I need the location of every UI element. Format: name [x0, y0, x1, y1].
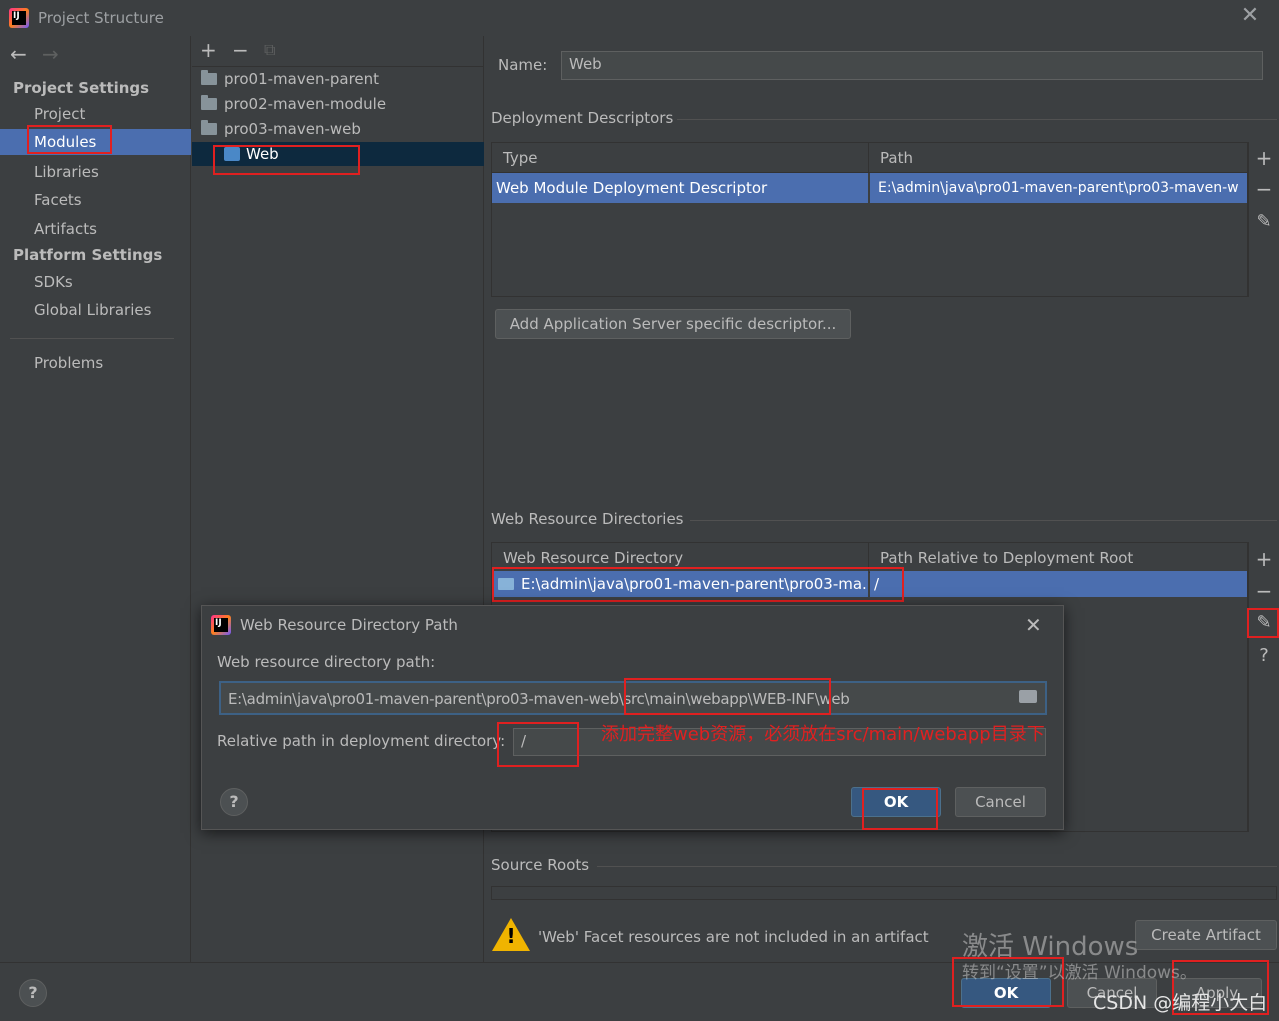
- nav-item-project[interactable]: Project: [0, 101, 191, 127]
- edit-descriptor-icon[interactable]: ✎: [1253, 212, 1275, 232]
- project-settings-heading: Project Settings: [13, 79, 150, 97]
- section-divider: [690, 520, 1277, 521]
- section-divider: [677, 119, 1277, 120]
- table-cell-type[interactable]: Web Module Deployment Descriptor: [492, 173, 869, 203]
- name-input[interactable]: Web: [561, 51, 1263, 80]
- help-resource-icon[interactable]: ?: [1253, 646, 1275, 666]
- nav-item-modules[interactable]: Modules: [0, 129, 191, 155]
- csdn-watermark: CSDN @编程小大白: [1093, 992, 1268, 1014]
- nav-item-artifacts[interactable]: Artifacts: [0, 216, 191, 242]
- intellij-logo-mark: IJ: [214, 618, 228, 632]
- back-arrow-icon[interactable]: ←: [10, 42, 27, 66]
- nav-divider: [10, 338, 174, 339]
- remove-descriptor-icon[interactable]: −: [1253, 179, 1275, 199]
- footer-help-button[interactable]: ?: [19, 979, 47, 1007]
- add-descriptor-icon[interactable]: +: [1253, 148, 1275, 168]
- add-icon[interactable]: +: [200, 40, 217, 60]
- platform-settings-heading: Platform Settings: [13, 246, 163, 264]
- window-title: Project Structure: [38, 9, 164, 27]
- intellij-logo-mark: IJ: [12, 11, 26, 25]
- column-header-type[interactable]: Type: [492, 143, 869, 173]
- nav-item-sdks[interactable]: SDKs: [0, 269, 191, 295]
- dialog-help-button[interactable]: ?: [220, 788, 248, 816]
- dialog-title: Web Resource Directory Path: [240, 616, 458, 634]
- edit-resource-icon[interactable]: ✎: [1253, 613, 1275, 633]
- copy-icon[interactable]: ⧉: [264, 40, 275, 60]
- nav-item-global-libraries[interactable]: Global Libraries: [0, 297, 191, 323]
- tree-item-label: pro03-maven-web: [224, 120, 361, 138]
- source-roots-table: [491, 886, 1277, 900]
- resource-folder-icon: [498, 578, 514, 590]
- warning-text: 'Web' Facet resources are not included i…: [538, 928, 929, 946]
- column-header-web-resource-directory[interactable]: Web Resource Directory: [492, 543, 869, 573]
- name-label: Name:: [498, 56, 548, 74]
- source-roots-title: Source Roots: [491, 856, 590, 874]
- annotation-text: 添加完整web资源，必须放在src/main/webapp目录下: [601, 724, 1045, 745]
- nav-item-facets[interactable]: Facets: [0, 187, 191, 213]
- tree-item-label: pro02-maven-module: [224, 95, 387, 113]
- dialog-close-icon[interactable]: ✕: [1025, 613, 1042, 637]
- path-label: Web resource directory path:: [217, 653, 436, 671]
- column-header-path[interactable]: Path: [869, 143, 1247, 173]
- dialog-cancel-button[interactable]: Cancel: [955, 787, 1046, 817]
- section-divider: [597, 866, 1277, 867]
- add-server-descriptor-button[interactable]: Add Application Server specific descript…: [495, 309, 851, 339]
- table-cell-directory[interactable]: E:\admin\java\pro01-maven-parent\pro03-m…: [492, 571, 869, 597]
- remove-resource-icon[interactable]: −: [1253, 581, 1275, 601]
- web-facet-icon: [224, 147, 240, 161]
- warning-mark: !: [506, 924, 516, 948]
- activation-watermark-subtitle: 转到“设置”以激活 Windows。: [962, 963, 1197, 983]
- browse-folder-icon[interactable]: [1019, 690, 1037, 703]
- tree-item-label: pro01-maven-parent: [224, 70, 380, 88]
- close-icon[interactable]: ✕: [1240, 5, 1260, 27]
- remove-icon[interactable]: −: [232, 40, 249, 60]
- column-header-relative-path[interactable]: Path Relative to Deployment Root: [869, 543, 1247, 573]
- dialog-ok-button[interactable]: OK: [851, 787, 941, 817]
- web-resource-directories-title: Web Resource Directories: [491, 510, 684, 528]
- module-folder-icon: [201, 95, 217, 110]
- nav-item-libraries[interactable]: Libraries: [0, 159, 191, 185]
- table-cell-relative-path[interactable]: /: [870, 571, 1247, 597]
- module-folder-icon: [201, 120, 217, 135]
- path-input[interactable]: E:\admin\java\pro01-maven-parent\pro03-m…: [219, 681, 1047, 715]
- title-bar: [0, 0, 1279, 36]
- relative-path-label: Relative path in deployment directory:: [217, 732, 506, 750]
- tree-item-label: Web: [246, 145, 279, 163]
- deployment-descriptors-title: Deployment Descriptors: [491, 109, 674, 127]
- add-resource-icon[interactable]: +: [1253, 549, 1275, 569]
- create-artifact-button[interactable]: Create Artifact: [1135, 920, 1277, 950]
- table-cell-path[interactable]: E:\admin\java\pro01-maven-parent\pro03-m…: [870, 173, 1247, 203]
- forward-arrow-icon[interactable]: →: [42, 42, 59, 66]
- nav-item-problems[interactable]: Problems: [0, 350, 191, 376]
- module-folder-icon: [201, 70, 217, 85]
